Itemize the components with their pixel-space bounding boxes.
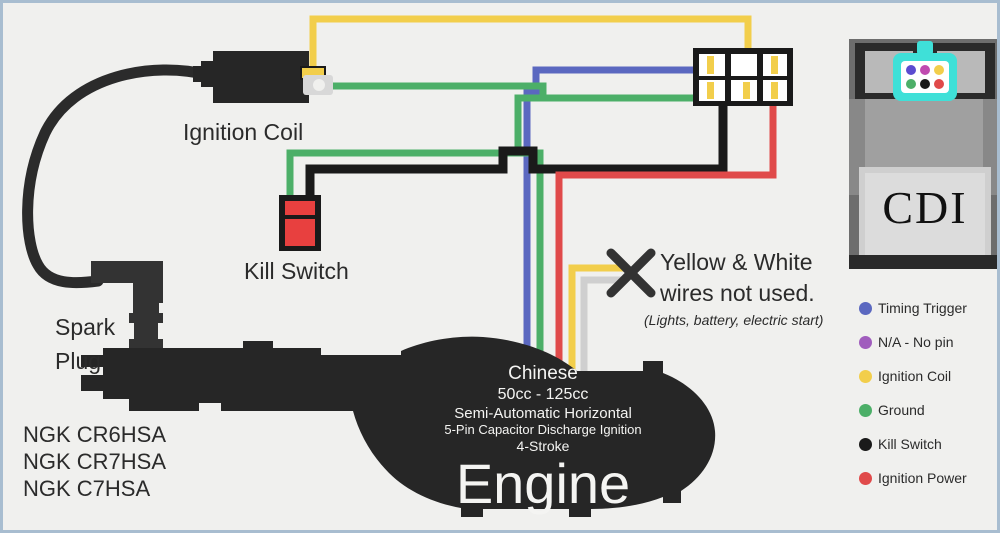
label-kill-switch: Kill Switch — [244, 258, 349, 284]
unused-wires-note-line1: Yellow & White — [660, 249, 813, 275]
kill-switch-graphic — [279, 195, 321, 251]
label-spark-plug-line2: Plug — [55, 348, 102, 374]
engine-spec-displacement: 50cc - 125cc — [497, 386, 589, 403]
engine-spec-ignition: 5-Pin Capacitor Discharge Ignition — [444, 422, 642, 437]
wire-color-legend: Timing Trigger N/A - No pin Ignition Coil G… — [859, 291, 997, 495]
harness-connector-block — [693, 48, 793, 106]
spark-plug-model-3: NGK C7HSA — [23, 476, 151, 501]
wire-ground-green-upper — [319, 82, 703, 102]
legend-color-dot — [859, 437, 872, 451]
legend-row: Kill Switch — [859, 427, 997, 461]
spark-plug-model-2: NGK CR7HSA — [23, 449, 167, 474]
engine-spec-transmission: Semi-Automatic Horizontal — [454, 405, 632, 422]
legend-row: Timing Trigger — [859, 291, 997, 325]
legend-label: Ignition Coil — [878, 368, 952, 384]
unused-wires-note-subtitle: (Lights, battery, electric start) — [644, 312, 824, 328]
cdi-module-graphic — [849, 39, 997, 269]
engine-title: Engine — [455, 452, 631, 515]
unused-wires-note-line2: wires not used. — [660, 280, 815, 306]
spark-plug-model-1: NGK CR6HSA — [23, 422, 167, 447]
legend-label: Ignition Power — [878, 470, 967, 486]
legend-color-dot — [859, 369, 872, 383]
legend-label: Timing Trigger — [878, 300, 967, 316]
legend-label: N/A - No pin — [878, 334, 954, 350]
legend-label: Kill Switch — [878, 436, 942, 452]
x-mark-unused-wires — [606, 248, 656, 298]
wire-timing-trigger-blue — [523, 66, 703, 383]
legend-color-dot — [859, 335, 872, 349]
label-ignition-coil: Ignition Coil — [183, 119, 304, 145]
label-spark-plug-line1: Spark — [55, 314, 116, 340]
legend-color-dot — [859, 301, 872, 315]
legend-color-dot — [859, 471, 872, 485]
spark-plug-lead — [22, 64, 214, 289]
engine-spec-origin: Chinese — [508, 363, 578, 384]
legend-row: N/A - No pin — [859, 325, 997, 359]
legend-row: Ground — [859, 393, 997, 427]
wire-ignition-power-red — [555, 103, 777, 383]
legend-color-dot — [859, 403, 872, 417]
wiring-diagram-canvas: Ignition Coil Kill Switch Spark Plug NGK… — [0, 0, 1000, 533]
legend-row: Ignition Power — [859, 461, 997, 495]
legend-row: Ignition Coil — [859, 359, 997, 393]
legend-label: Ground — [878, 402, 925, 418]
cdi-label: CDI — [882, 182, 968, 233]
